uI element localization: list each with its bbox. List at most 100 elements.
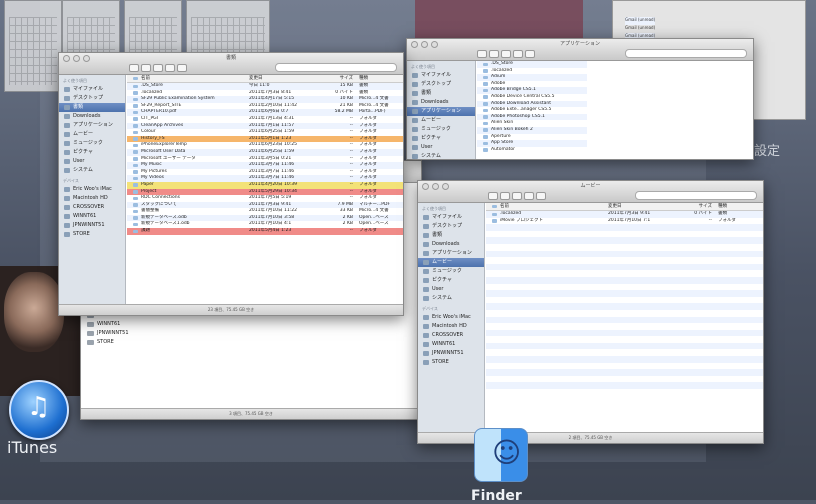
- sidebar-item[interactable]: マイファイル: [407, 71, 475, 80]
- file-row[interactable]: CleanApp Archives 2011年7月1日 11:57 -- フォルダ: [127, 122, 403, 130]
- device-item[interactable]: Eric Woo's iMac: [418, 313, 484, 322]
- file-row[interactable]: My Videos 2011年3月7日 11:46 -- フォルダ: [127, 175, 403, 182]
- file-row[interactable]: CHAPTER10.pdf 2011年6月6日 0:7 58.2 MB Porta..…: [127, 109, 403, 116]
- file-row[interactable]: My Music 2011年3月7日 11:46 -- フォルダ: [127, 162, 403, 169]
- sidebar-item[interactable]: デスクトップ: [59, 94, 125, 103]
- sidebar-item[interactable]: システム: [418, 294, 484, 303]
- device-item[interactable]: CROSSOVER: [418, 331, 484, 340]
- cell-size: 58.2 MB: [334, 109, 353, 115]
- list-header[interactable]: 名前 変更日 サイズ 種類: [127, 75, 403, 83]
- file-row[interactable]: My Pictures 2011年3月7日 11:46 -- フォルダ: [127, 169, 403, 176]
- sidebar-item[interactable]: アプリケーション: [407, 107, 475, 116]
- file-row[interactable]: .localized 2011年7月3日 8:41 0 バイト 書類: [127, 90, 403, 97]
- device-item[interactable]: WINNT61: [59, 212, 125, 221]
- device-item[interactable]: STORE: [59, 230, 125, 239]
- sidebar-item[interactable]: ミュージック: [418, 267, 484, 276]
- file-row[interactable]: CIT_PGI 2011年7月13日 4:31 -- フォルダ: [127, 116, 403, 123]
- sidebar-item[interactable]: 書類: [59, 103, 125, 112]
- file-row[interactable]: Project 2011年5月29日 10:34 -- フォルダ: [127, 188, 403, 196]
- calendar-thumbnail[interactable]: [4, 0, 62, 92]
- device-item[interactable]: JPNWINNT51: [81, 329, 141, 338]
- sidebar-item[interactable]: 書類: [418, 231, 484, 240]
- device-item[interactable]: JPNWINNT51: [418, 349, 484, 358]
- file-row[interactable]: 書簡整備 2011年7月10日 11:22 33 KB Micro...4 文書: [127, 208, 403, 215]
- sidebar-item[interactable]: アプリケーション: [418, 249, 484, 258]
- file-row[interactable]: 新規データベース.odb 2011年7月10日 3:58 2 KB Open...ベー…: [127, 214, 403, 222]
- file-row[interactable]: SF29 Public Examination System 2011年4月17日…: [127, 96, 403, 103]
- search-input[interactable]: [275, 63, 397, 72]
- file-row[interactable]: Microsoft ユーザー データ 2011年3月5日 0:21 -- フォルダ: [127, 156, 403, 163]
- app-name: Adobe: [477, 81, 587, 88]
- sidebar-item[interactable]: User: [59, 157, 125, 166]
- sidebar-item[interactable]: ムービー: [418, 258, 484, 267]
- device-item[interactable]: Eric Woo's iMac: [59, 185, 125, 194]
- search-input[interactable]: [635, 191, 757, 200]
- app-item[interactable]: .DS_Store: [477, 61, 587, 68]
- app-item[interactable]: Automator: [477, 147, 587, 154]
- app-item[interactable]: Adobe: [477, 81, 587, 88]
- file-row[interactable]: RDC Connections 2011年7月5日 5:19 -- フォルダ: [127, 195, 403, 202]
- app-item[interactable]: Alien Skin Bokeh 2: [477, 126, 587, 134]
- sidebar-item[interactable]: デスクトップ: [418, 222, 484, 231]
- search-input[interactable]: [625, 49, 747, 58]
- sidebar-item[interactable]: アプリケーション: [59, 121, 125, 130]
- file-row[interactable]: SF29_Report_SITE 2011年2月10日 11:42 21 KB Mic…: [127, 103, 403, 110]
- file-row[interactable]: 新規データベース1.odb 2011年7月10日 4:1 2 KB Open...ベー…: [127, 221, 403, 228]
- app-item[interactable]: .localized: [477, 68, 587, 75]
- sidebar-item[interactable]: マイファイル: [59, 85, 125, 94]
- device-item[interactable]: Macintosh HD: [59, 194, 125, 203]
- sidebar-item[interactable]: ピクチャ: [59, 148, 125, 157]
- sidebar-item[interactable]: ミュージック: [59, 139, 125, 148]
- sidebar-item[interactable]: ミュージック: [407, 125, 475, 134]
- app-item[interactable]: App Store: [477, 140, 587, 147]
- title-bar[interactable]: ムービー: [418, 181, 763, 203]
- device-item[interactable]: WINNT61: [81, 320, 141, 329]
- file-row[interactable]: iMovie プロジェクト 2011年7月10日 7:1 -- フォルダ: [486, 218, 763, 225]
- file-row[interactable]: Paper 2011年4月20日 10:39 -- フォルダ: [127, 181, 403, 189]
- sidebar-item[interactable]: User: [418, 285, 484, 294]
- app-item[interactable]: Adobe Download Assistant: [477, 100, 587, 108]
- app-item[interactable]: Aperture: [477, 134, 587, 141]
- file-row[interactable]: Microsoft User Data 2011年6月25日 1:59 -- フォルダ: [127, 148, 403, 156]
- file-row[interactable]: .DS_Store 今日 11:0 15 KB 書類: [127, 83, 403, 90]
- device-item[interactable]: WINNT61: [418, 340, 484, 349]
- device-item[interactable]: STORE: [418, 358, 484, 367]
- sidebar-item[interactable]: マイファイル: [418, 213, 484, 222]
- device-item[interactable]: JPNWINNT51: [59, 221, 125, 230]
- sidebar-item[interactable]: システム: [59, 166, 125, 175]
- sidebar-item[interactable]: ムービー: [59, 130, 125, 139]
- file-row[interactable]: Colour 2011年6月25日 1:59 -- フォルダ: [127, 129, 403, 136]
- finder-window-applications[interactable]: アプリケーション よく使う項目 マイファイル デスクトップ 書類 Downloa…: [406, 38, 754, 160]
- background-window-thumb[interactable]: [415, 0, 583, 40]
- file-row[interactable]: スタックについて 2011年7月3日 9:41 7.9 MB マルチー...PDF: [127, 201, 403, 209]
- device-item[interactable]: CROSSOVER: [59, 203, 125, 212]
- app-item[interactable]: Adobe Exte...anager CS5.5: [477, 107, 587, 114]
- sidebar-item[interactable]: Downloads: [418, 240, 484, 249]
- app-item[interactable]: Adium: [477, 74, 587, 81]
- cell-name: My Pictures: [127, 169, 249, 176]
- finder-window-documents[interactable]: 書類 よく使う項目 マイファイル デスクトップ 書類 Downloads アプリ…: [58, 52, 404, 316]
- sidebar-item[interactable]: ピクチャ: [407, 134, 475, 143]
- sidebar-item[interactable]: ムービー: [407, 116, 475, 125]
- sidebar-item[interactable]: デスクトップ: [407, 80, 475, 89]
- sidebar-item[interactable]: User: [407, 143, 475, 152]
- sidebar-item[interactable]: ピクチャ: [418, 276, 484, 285]
- file-row[interactable]: 課題 2011年5月4日 1:23 -- フォルダ: [127, 228, 403, 235]
- device-item[interactable]: Macintosh HD: [418, 322, 484, 331]
- title-bar[interactable]: 書類: [59, 53, 403, 75]
- sidebar-item[interactable]: システム: [407, 152, 475, 159]
- title-bar[interactable]: アプリケーション: [407, 39, 753, 61]
- app-item[interactable]: Alien Skin: [477, 120, 587, 127]
- file-row[interactable]: History_FS 2011年5月1日 1:23 -- フォルダ: [127, 135, 403, 143]
- file-row[interactable]: iPhoneExplorerTemp 2011年6月23日 10:25 -- フォルダ: [127, 142, 403, 149]
- sidebar-item[interactable]: 書類: [407, 89, 475, 98]
- list-header[interactable]: 名前 変更日 サイズ 種類: [486, 203, 763, 211]
- app-item[interactable]: Adobe Bridge CS5.1: [477, 87, 587, 94]
- file-row[interactable]: .localized 2011年7月3日 9:41 0 バイト 書類: [486, 211, 763, 218]
- sidebar-item[interactable]: Downloads: [407, 98, 475, 107]
- app-item[interactable]: Adobe Device Central CS5.5: [477, 94, 587, 101]
- app-item[interactable]: Adobe Photoshop CS5.1: [477, 113, 587, 121]
- finder-window-movies[interactable]: ムービー よく使う項目 マイファイル デスクトップ 書類 Downloads ア…: [417, 180, 764, 444]
- device-item[interactable]: STORE: [81, 338, 141, 347]
- sidebar-item[interactable]: Downloads: [59, 112, 125, 121]
